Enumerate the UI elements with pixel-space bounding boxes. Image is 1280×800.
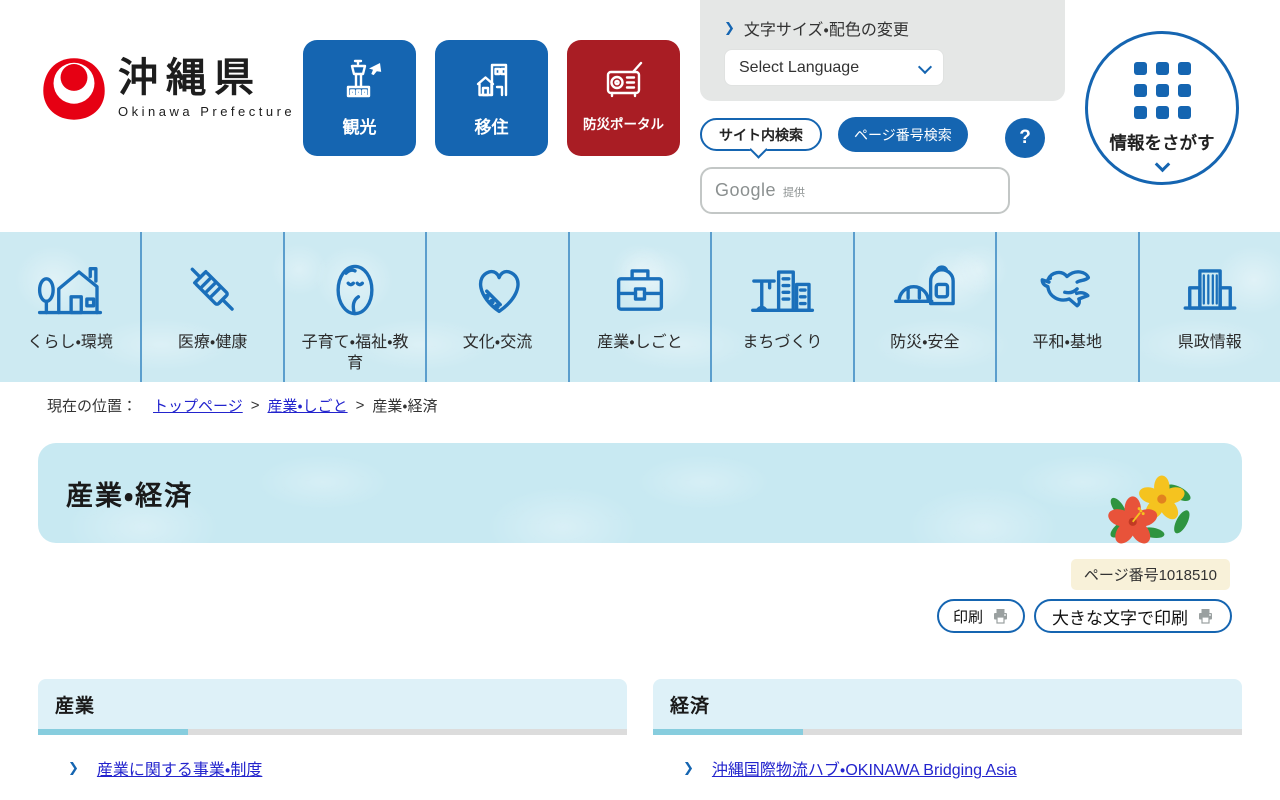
syringe-icon bbox=[177, 254, 249, 326]
economy-heading-box: 経済 bbox=[653, 679, 1242, 729]
chevron-right-icon: ❯ bbox=[683, 760, 694, 776]
list-item: ❯ 統計・データ・その他刊行物等（経済） bbox=[683, 795, 1242, 800]
list-item: ❯ 産業に関する事業・制度 bbox=[68, 756, 627, 780]
industry-heading-box: 産業 bbox=[38, 679, 627, 729]
site-search-field: Google 提供 bbox=[700, 167, 1010, 214]
industry-heading: 産業 bbox=[55, 691, 95, 718]
nav-item-sangyo-shigoto[interactable]: 産業・しごと bbox=[570, 232, 712, 382]
radio-icon bbox=[600, 57, 648, 105]
disaster-portal-button[interactable]: 防災ポータル bbox=[567, 40, 680, 156]
link-startup-visa[interactable]: スタートアップ域内進出支援事業（スタートアップビザ） bbox=[97, 795, 513, 800]
heading-underline bbox=[653, 729, 1242, 735]
nav-item-iryo-kenko[interactable]: 医療・健康 bbox=[142, 232, 284, 382]
list-item: ❯ スタートアップ域内進出支援事業（スタートアップビザ） bbox=[68, 795, 627, 800]
gov-building-icon bbox=[1174, 254, 1246, 326]
okinawa-symbol-icon bbox=[42, 56, 106, 122]
site-subtitle: Okinawa Prefecture bbox=[118, 104, 295, 119]
okinawa-logo[interactable]: 沖縄県 Okinawa Prefecture bbox=[42, 56, 295, 122]
link-statistics-data[interactable]: 統計・データ・その他刊行物等（経済） bbox=[712, 795, 979, 800]
baby-icon bbox=[319, 254, 391, 326]
font-size-color-link[interactable]: ❯ 文字サイズ・配色の変更 bbox=[724, 16, 1041, 40]
search-input[interactable] bbox=[700, 167, 1010, 214]
utility-panel: ❯ 文字サイズ・配色の変更 Select Language bbox=[700, 0, 1065, 101]
language-select[interactable]: Select Language bbox=[724, 49, 944, 86]
chevron-right-icon: ❯ bbox=[68, 760, 79, 776]
list-item: ❯ 沖縄国際物流ハブ・OKINAWA Bridging Asia bbox=[683, 756, 1242, 780]
main-navigation: くらし・環境 医療・健康 子育て・福祉・教育 文化・交流 bbox=[0, 232, 1280, 382]
find-info-button[interactable]: 情報をさがす bbox=[1085, 31, 1239, 185]
briefcase-icon bbox=[604, 254, 676, 326]
nav-item-heiwa-kichi[interactable]: 平和・基地 bbox=[997, 232, 1139, 382]
airport-tower-icon bbox=[336, 57, 384, 105]
main-content: 産業・経済 bbox=[38, 443, 1242, 800]
breadcrumb: 現在の位置： トップページ > 産業・しごと > 産業・経済 bbox=[47, 395, 1280, 416]
nav-item-bunka-koryu[interactable]: 文化・交流 bbox=[427, 232, 569, 382]
page-number-search-button[interactable]: ページ番号検索 bbox=[838, 117, 968, 152]
tourism-button[interactable]: 観光 bbox=[303, 40, 416, 156]
nav-item-machizukuri[interactable]: まちづくり bbox=[712, 232, 854, 382]
breadcrumb-sangyo-link[interactable]: 産業・しごと bbox=[267, 395, 347, 416]
section-economy: 経済 ❯ 沖縄国際物流ハブ・OKINAWA Bridging Asia ❯ 統計… bbox=[653, 679, 1242, 800]
chevron-right-icon: ❯ bbox=[724, 20, 735, 36]
hibiscus-flowers-icon bbox=[1100, 469, 1200, 551]
house-tree-icon bbox=[34, 254, 106, 326]
economy-heading: 経済 bbox=[670, 691, 710, 718]
handshake-heart-icon bbox=[462, 254, 534, 326]
building-house-icon bbox=[468, 57, 516, 105]
print-large-text-button[interactable]: 大きな文字で印刷 bbox=[1034, 599, 1232, 633]
breadcrumb-home-link[interactable]: トップページ bbox=[153, 395, 243, 416]
page-title: 産業・経済 bbox=[66, 474, 193, 513]
site-title: 沖縄県 bbox=[118, 56, 295, 100]
site-search-tab[interactable]: サイト内検索 bbox=[700, 118, 822, 151]
breadcrumb-current: 産業・経済 bbox=[372, 395, 437, 416]
chevron-down-icon bbox=[1154, 157, 1170, 173]
nav-item-bosai-anzen[interactable]: 防災・安全 bbox=[855, 232, 997, 382]
site-header: 沖縄県 Okinawa Prefecture 観光 bbox=[0, 0, 1280, 232]
grid-menu-icon bbox=[1134, 62, 1191, 119]
nav-item-kosodate-fukushi[interactable]: 子育て・福祉・教育 bbox=[285, 232, 427, 382]
chevron-down-icon bbox=[918, 60, 932, 74]
nav-item-kurashi-kankyo[interactable]: くらし・環境 bbox=[0, 232, 142, 382]
heading-underline bbox=[38, 729, 627, 735]
page-title-banner: 産業・経済 bbox=[38, 443, 1242, 543]
migration-button[interactable]: 移住 bbox=[435, 40, 548, 156]
nav-item-kensei-joho[interactable]: 県政情報 bbox=[1140, 232, 1280, 382]
section-industry: 産業 ❯ 産業に関する事業・制度 ❯ スタートアップ域内進出支援事業（スタートア… bbox=[38, 679, 627, 800]
page-number-badge: ページ番号1018510 bbox=[1071, 559, 1230, 590]
help-button[interactable]: ? bbox=[1005, 118, 1045, 158]
link-logistics-hub[interactable]: 沖縄国際物流ハブ・OKINAWA Bridging Asia bbox=[712, 756, 1017, 780]
link-industry-programs[interactable]: 産業に関する事業・制度 bbox=[97, 756, 262, 780]
helmet-backpack-icon bbox=[889, 254, 961, 326]
city-crane-icon bbox=[746, 254, 818, 326]
print-button[interactable]: 印刷 bbox=[937, 599, 1025, 633]
printer-icon bbox=[992, 608, 1009, 624]
dove-icon bbox=[1031, 254, 1103, 326]
printer-icon bbox=[1197, 608, 1214, 624]
